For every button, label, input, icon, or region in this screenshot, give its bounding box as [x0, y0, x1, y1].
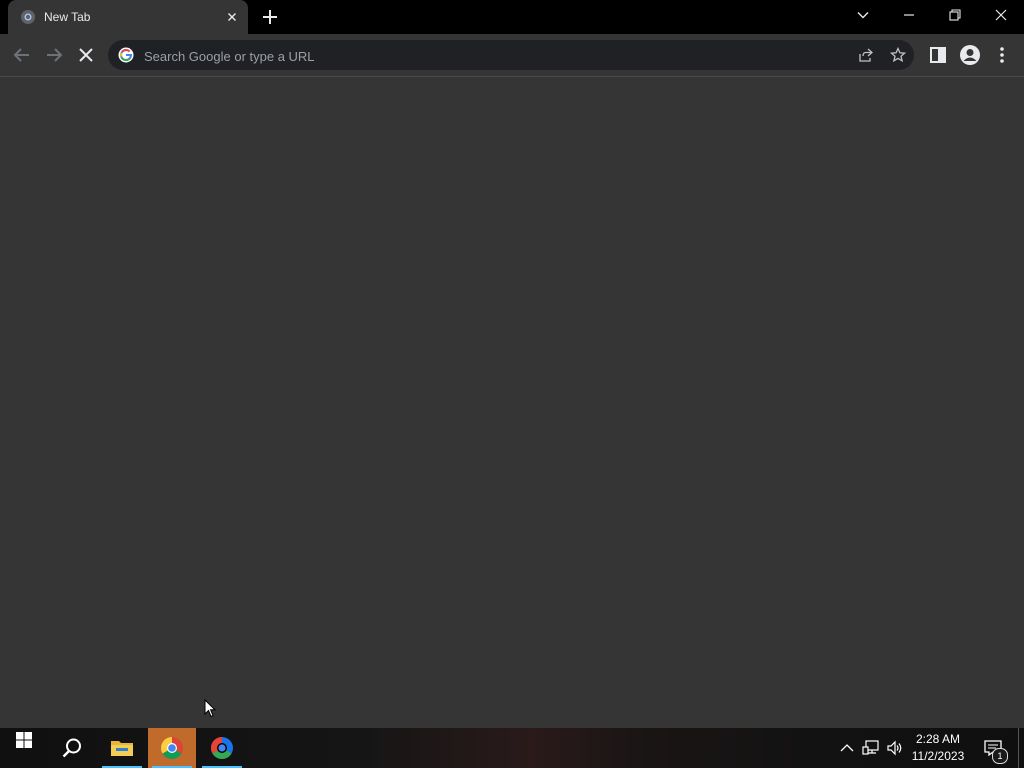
- chrome-beta-taskbar-button[interactable]: [198, 728, 246, 768]
- side-panel-icon: [926, 43, 950, 67]
- stop-button[interactable]: [74, 43, 98, 67]
- volume-icon[interactable]: [886, 739, 904, 757]
- notification-count-badge: 1: [992, 748, 1008, 764]
- tab-search-button[interactable]: [840, 0, 886, 30]
- back-button[interactable]: [10, 43, 34, 67]
- profile-button[interactable]: [958, 43, 982, 67]
- chrome-loading-icon: [20, 9, 36, 25]
- search-icon: [48, 736, 96, 760]
- chevron-up-icon[interactable]: [838, 739, 856, 757]
- mouse-cursor-icon: [204, 699, 216, 718]
- chrome-taskbar-button[interactable]: [148, 728, 196, 768]
- menu-icon: [990, 43, 1014, 67]
- show-desktop-button[interactable]: [1018, 728, 1024, 768]
- page-content[interactable]: [0, 77, 1024, 728]
- file-explorer-button[interactable]: [98, 728, 146, 768]
- windows-start-icon: [0, 730, 48, 750]
- omnibox[interactable]: [108, 40, 914, 72]
- stop-icon: [74, 43, 98, 67]
- action-center-button[interactable]: 1: [980, 728, 1010, 768]
- star-icon[interactable]: [890, 47, 906, 63]
- restore-button[interactable]: [932, 0, 978, 30]
- tab-new-tab[interactable]: New Tab: [8, 0, 248, 34]
- network-icon[interactable]: [862, 739, 880, 757]
- close-icon: [978, 8, 1024, 22]
- chrome-beta-icon: [198, 736, 246, 760]
- system-clock[interactable]: 2:28 AM 11/2/2023: [906, 731, 970, 765]
- clock-date: 11/2/2023: [911, 749, 965, 763]
- chrome-menu-button[interactable]: [990, 43, 1014, 67]
- windows-taskbar: 2:28 AM 11/2/2023 1: [0, 728, 1024, 768]
- tab-strip: New Tab: [0, 0, 1024, 34]
- start-button[interactable]: [0, 728, 48, 768]
- profile-icon: [958, 43, 982, 67]
- browser-toolbar: [0, 34, 1024, 76]
- clock-time: 2:28 AM: [915, 732, 961, 746]
- new-tab-button[interactable]: [258, 6, 282, 28]
- close-window-button[interactable]: [978, 0, 1024, 30]
- back-icon: [10, 43, 34, 67]
- forward-button[interactable]: [42, 43, 66, 67]
- share-icon[interactable]: [858, 47, 874, 63]
- restore-icon: [932, 8, 978, 22]
- minimize-button[interactable]: [886, 0, 932, 30]
- tab-title: New Tab: [44, 10, 91, 24]
- tab-close-icon[interactable]: [224, 9, 240, 25]
- tab-search-icon: [840, 8, 886, 22]
- minimize-icon: [886, 8, 932, 22]
- forward-icon: [42, 43, 66, 67]
- side-panel-button[interactable]: [926, 43, 950, 67]
- search-button[interactable]: [48, 728, 96, 768]
- chrome-icon: [148, 736, 196, 760]
- file-explorer-icon: [98, 736, 146, 760]
- omnibox-input[interactable]: [142, 40, 846, 72]
- google-g-icon: [118, 47, 134, 63]
